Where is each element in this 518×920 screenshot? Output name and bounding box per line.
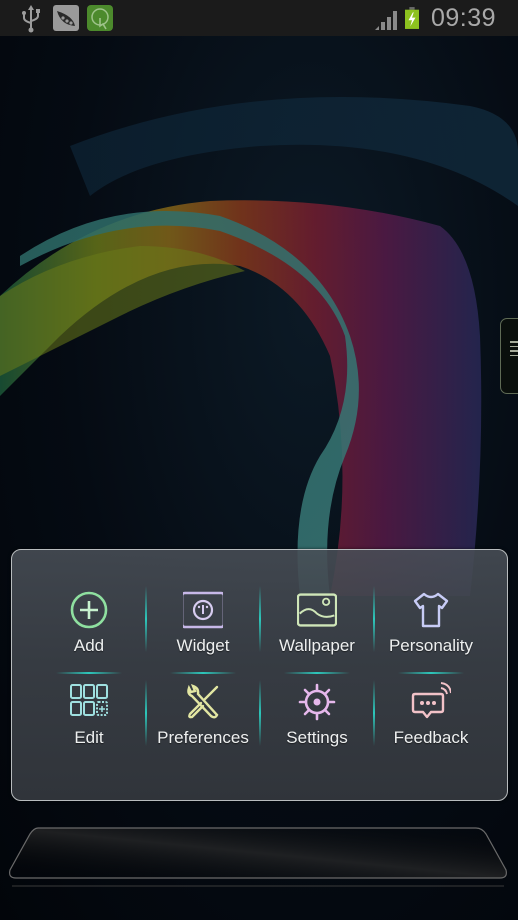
menu-item-label: Personality — [388, 636, 474, 655]
dock-tray[interactable] — [8, 826, 508, 916]
separator — [145, 680, 147, 746]
separator — [373, 680, 375, 746]
clock: 09:39 — [431, 4, 497, 32]
separator — [259, 680, 261, 746]
add-circle-icon — [70, 591, 108, 629]
separator — [259, 586, 261, 652]
pea-app-icon — [53, 5, 79, 31]
menu-item-personality[interactable]: Personality — [374, 590, 488, 682]
menu-item-add[interactable]: Add — [32, 590, 146, 682]
menu-item-widget[interactable]: Widget — [146, 590, 260, 682]
separator — [170, 672, 236, 674]
settings-gear-icon — [298, 683, 336, 721]
separator — [56, 672, 122, 674]
tshirt-icon — [413, 592, 449, 628]
wallpaper-icon — [297, 593, 337, 627]
usb-icon — [22, 5, 40, 33]
feedback-icon — [411, 682, 451, 719]
tools-icon — [187, 684, 219, 719]
widget-icon — [183, 591, 223, 629]
drawer-handle[interactable] — [500, 318, 518, 394]
menu-item-wallpaper[interactable]: Wallpaper — [260, 590, 374, 682]
menu-item-feedback[interactable]: Feedback — [374, 682, 488, 774]
launcher-menu: Add Widget Wallpaper Personality Edit Pr… — [11, 549, 508, 801]
menu-item-preferences[interactable]: Preferences — [146, 682, 260, 774]
separator — [398, 672, 464, 674]
edit-grid-icon — [70, 684, 108, 716]
menu-item-label: Feedback — [393, 728, 469, 747]
menu-item-edit[interactable]: Edit — [32, 682, 146, 774]
separator — [284, 672, 350, 674]
battery-charging-icon — [405, 7, 419, 29]
drawer-handle-icon — [510, 341, 518, 359]
separator — [373, 586, 375, 652]
signal-icon — [375, 11, 397, 30]
status-bar: 09:39 — [0, 0, 518, 36]
separator — [145, 586, 147, 652]
touch-app-icon — [87, 5, 113, 31]
menu-item-settings[interactable]: Settings — [260, 682, 374, 774]
